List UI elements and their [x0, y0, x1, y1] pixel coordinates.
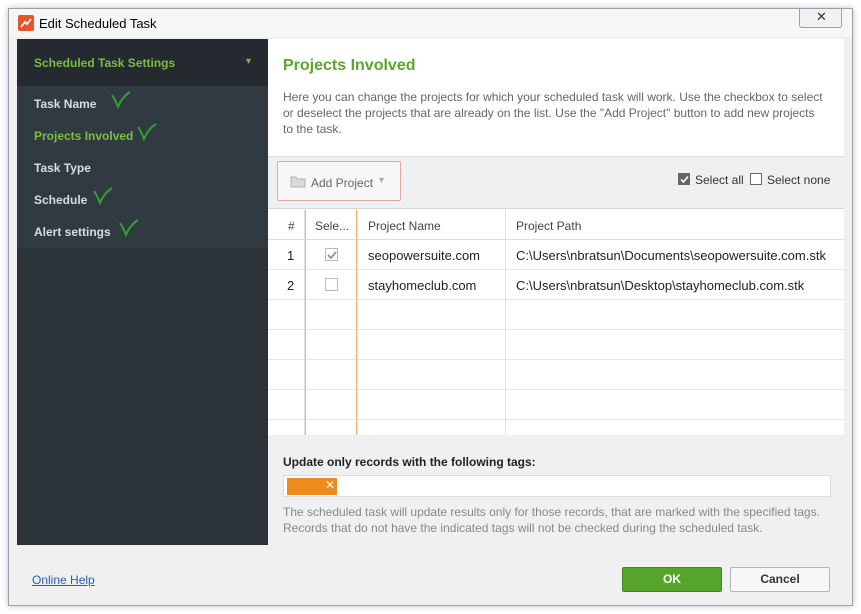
check-icon — [137, 123, 157, 141]
sidebar-header[interactable]: Scheduled Task Settings ▾ — [17, 39, 268, 86]
column-header-project-path[interactable]: Project Path — [516, 219, 581, 233]
chevron-down-icon: ▾ — [379, 175, 385, 186]
sidebar-item-schedule[interactable]: Schedule — [34, 193, 87, 207]
check-icon — [111, 91, 131, 109]
check-icon — [119, 219, 139, 237]
remove-tag-icon[interactable]: ✕ — [325, 478, 335, 492]
sidebar-item-alert-settings[interactable]: Alert settings — [34, 225, 111, 239]
sidebar-item-task-type[interactable]: Task Type — [34, 161, 91, 175]
sidebar-items: Task Name Projects Involved Task Type Sc… — [17, 86, 268, 248]
check-icon — [680, 175, 689, 184]
project-name: seopowersuite.com — [368, 248, 480, 263]
select-all-checkbox[interactable] — [678, 173, 690, 185]
app-icon — [18, 15, 34, 31]
title-bar: Edit Scheduled Task ✕ — [9, 9, 852, 37]
window-title: Edit Scheduled Task — [39, 16, 157, 31]
row-number: 1 — [287, 248, 295, 263]
tags-input[interactable]: ✕ — [283, 475, 831, 497]
sidebar-header-label: Scheduled Task Settings — [34, 56, 176, 70]
dialog-footer: Online Help OK Cancel — [17, 545, 844, 603]
dialog-content: Scheduled Task Settings ▾ Task Name Proj… — [17, 39, 844, 545]
page-description: Here you can change the projects for whi… — [283, 90, 823, 136]
select-none-label[interactable]: Select none — [767, 173, 830, 187]
ok-button[interactable]: OK — [622, 567, 722, 592]
folder-icon — [290, 176, 306, 188]
project-path: C:\Users\nbratsun\Desktop\stayhomeclub.c… — [516, 278, 805, 293]
sidebar-item-projects-involved[interactable]: Projects Involved — [34, 129, 133, 143]
cancel-button[interactable]: Cancel — [730, 567, 830, 592]
column-header-number[interactable]: # — [288, 219, 295, 233]
tags-label: Update only records with the following t… — [283, 455, 536, 469]
close-icon: ✕ — [816, 9, 827, 24]
row-number: 2 — [287, 278, 295, 293]
sidebar-item-task-name[interactable]: Task Name — [34, 97, 96, 111]
close-button[interactable]: ✕ — [799, 9, 842, 28]
edit-scheduled-task-dialog: Edit Scheduled Task ✕ Scheduled Task Set… — [8, 8, 853, 606]
check-icon — [93, 187, 113, 205]
select-none-checkbox[interactable] — [750, 173, 762, 185]
select-column-highlight — [305, 210, 357, 435]
column-header-project-name[interactable]: Project Name — [368, 219, 441, 233]
project-path: C:\Users\nbratsun\Documents\seopowersuit… — [516, 248, 826, 263]
page-title: Projects Involved — [283, 57, 416, 74]
tag-chip[interactable]: ✕ — [287, 478, 337, 495]
main-panel: Projects Involved Here you can change th… — [268, 39, 844, 545]
projects-table: # Sele... Project Name Project Path 1 se… — [268, 210, 844, 435]
toolbar: Add Project ▾ Select all Select none — [268, 156, 844, 209]
add-project-button[interactable]: Add Project ▾ — [277, 161, 401, 201]
tags-section: Update only records with the following t… — [268, 435, 844, 545]
select-all-label[interactable]: Select all — [695, 173, 744, 187]
tags-note: The scheduled task will update results o… — [283, 505, 820, 535]
project-name: stayhomeclub.com — [368, 278, 477, 293]
online-help-link[interactable]: Online Help — [32, 573, 95, 587]
add-project-label: Add Project — [311, 176, 374, 190]
chevron-down-icon: ▾ — [246, 56, 252, 67]
sidebar: Scheduled Task Settings ▾ Task Name Proj… — [17, 39, 268, 545]
